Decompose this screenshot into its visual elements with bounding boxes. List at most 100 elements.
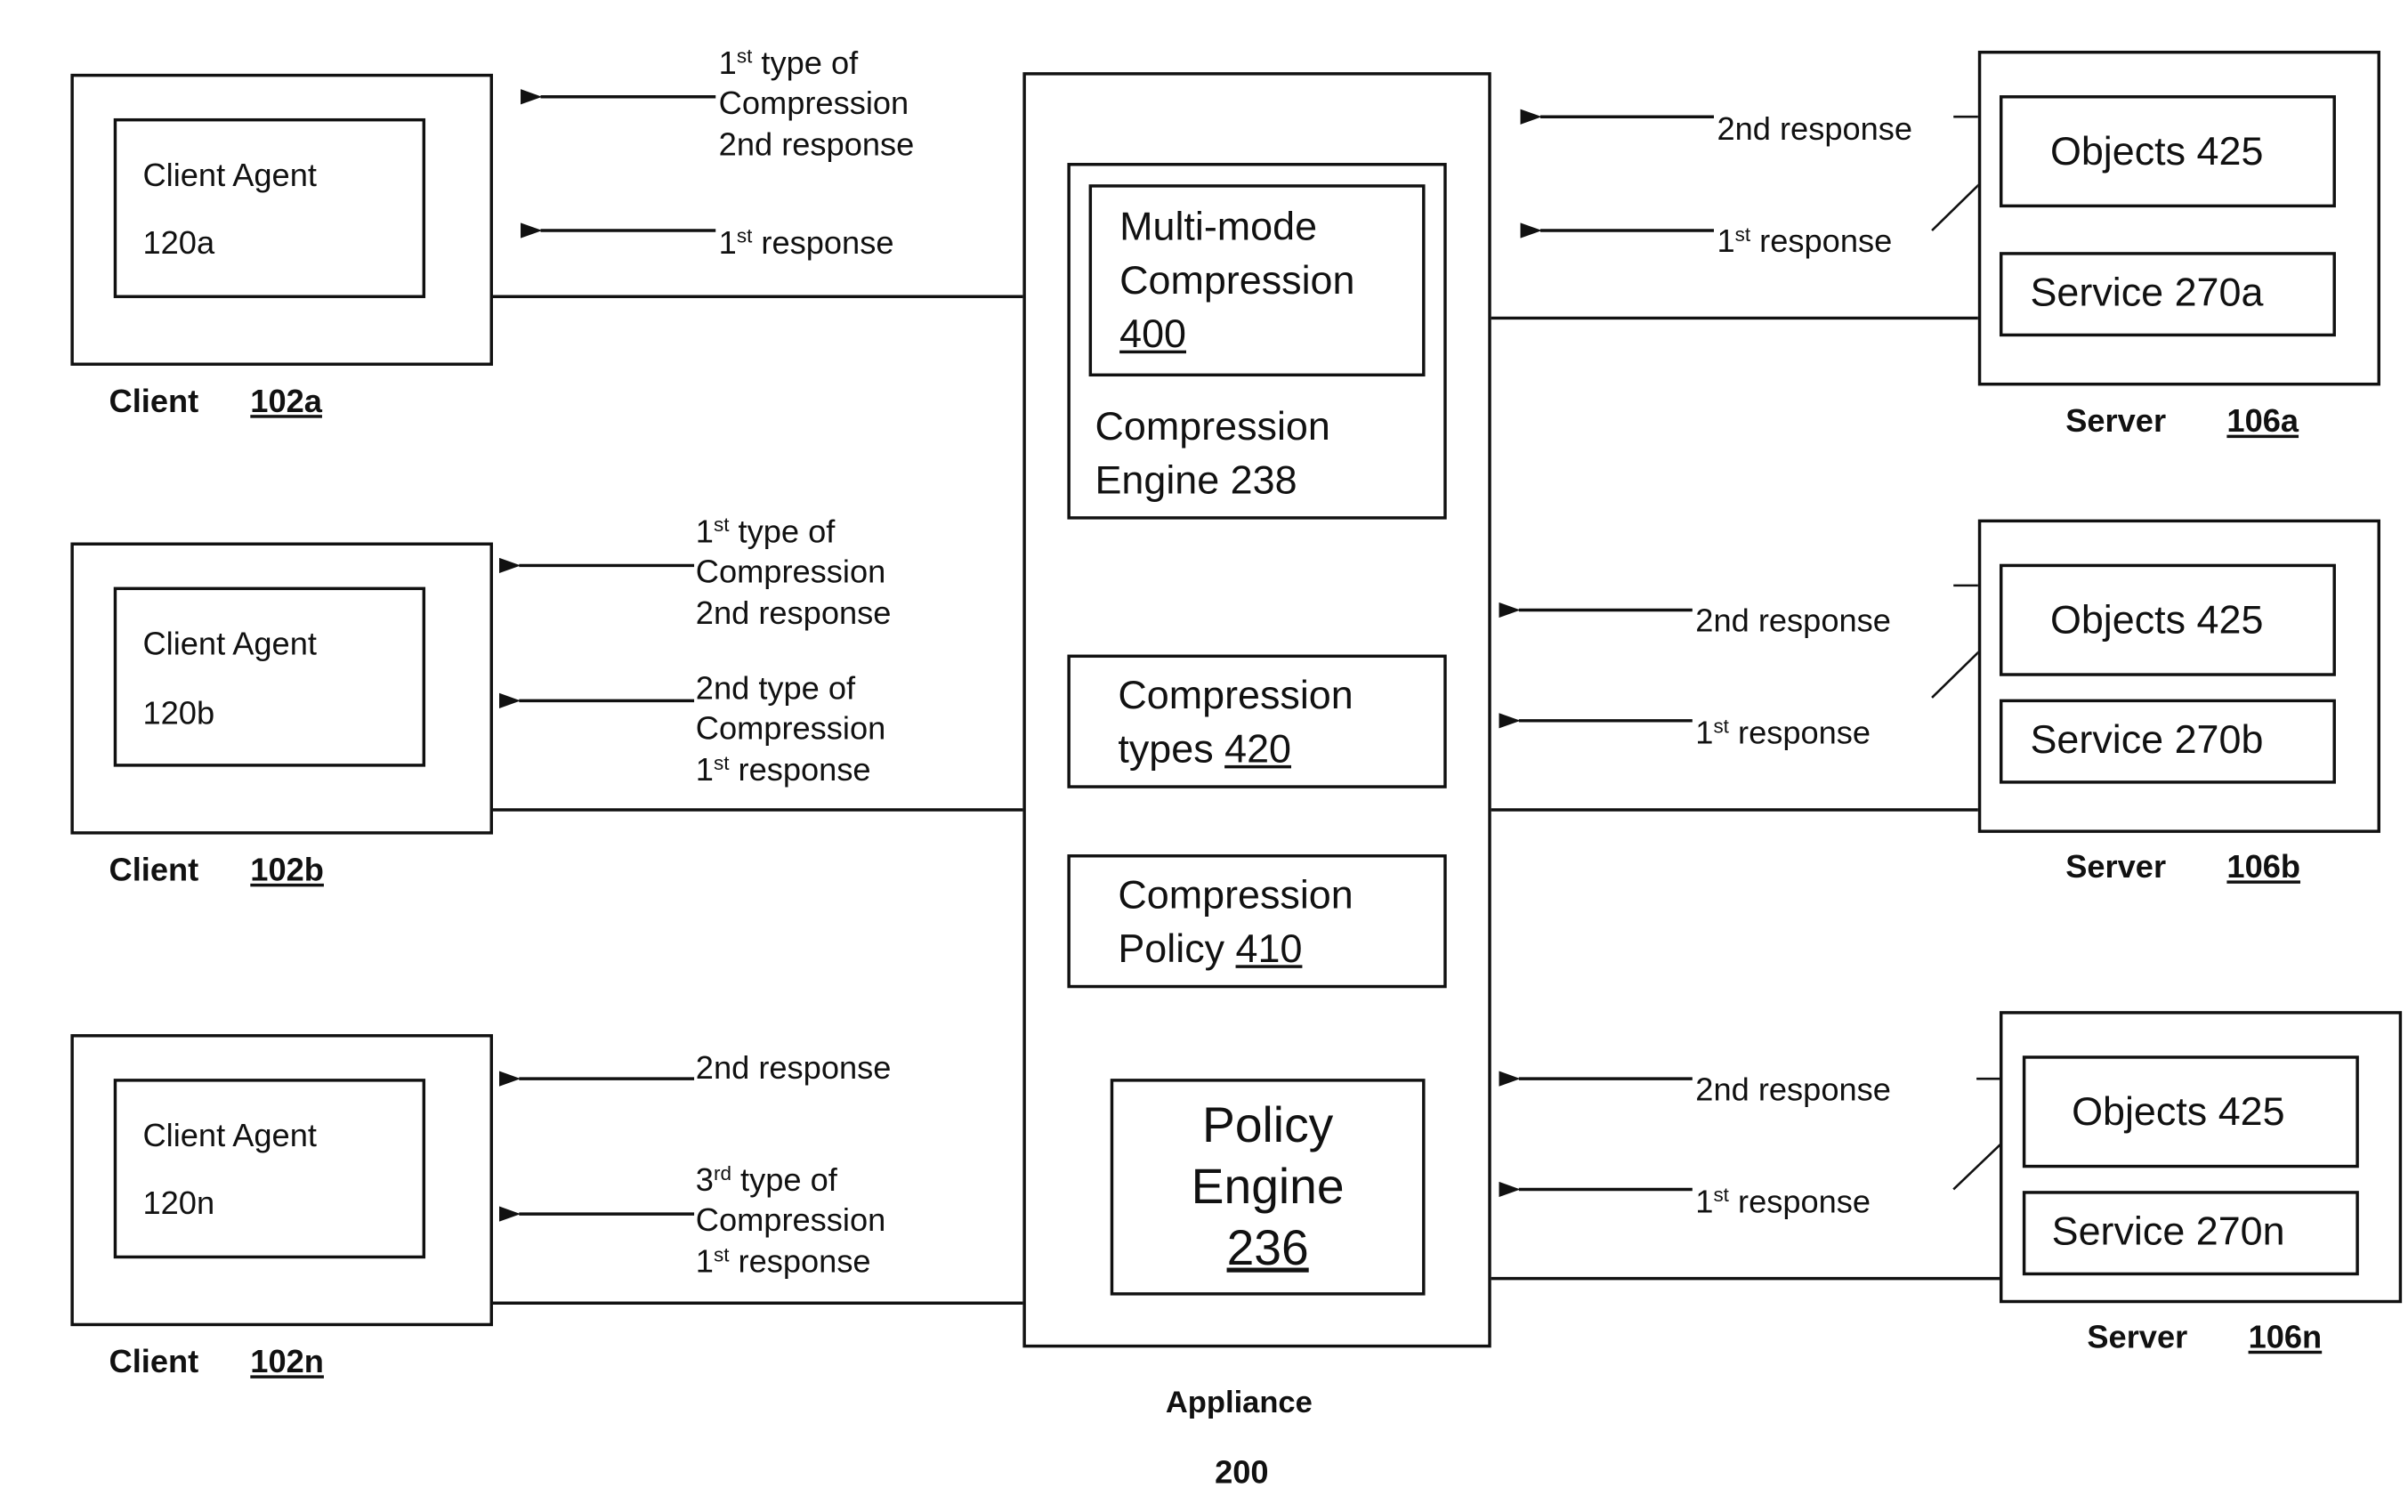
server-n-arrow-1-label: 2nd response <box>1695 1071 1891 1112</box>
server-ref-n: 106n <box>2249 1319 2323 1359</box>
label-text: response <box>1750 224 1893 260</box>
label-text: 1 <box>1695 1185 1714 1220</box>
policy-engine-text: Policy Engine 236 <box>1111 1094 1426 1278</box>
policy-engine-ref-text: 236 <box>1226 1219 1309 1276</box>
compression-policy-line2: Policy 410 <box>1118 924 1302 974</box>
label-line: 2nd response <box>1717 110 1912 150</box>
server-a-arrow-1-label: 2nd response <box>1717 110 1912 150</box>
ordinal-suffix: st <box>1713 714 1729 738</box>
label-text: 2nd response <box>695 1051 892 1087</box>
client-n-arrow-1-label: 2nd response <box>696 1049 892 1089</box>
label-line: 1st response <box>1695 1184 1871 1224</box>
client-agent-ref-b: 120b <box>142 696 215 732</box>
appliance-ref: 200 <box>1215 1455 1269 1491</box>
client-a-arrow-2-label: 1st response <box>719 224 894 264</box>
network-diagram: Client Agent 120a Client 102a Client Age… <box>0 0 2408 1512</box>
label-text: type of <box>731 1163 837 1199</box>
label-text: 2nd response <box>695 595 892 631</box>
client-b-arrow-1-label: 1st type of Compression 2nd response <box>696 513 892 635</box>
client-agent-label-a: Client Agent <box>142 158 317 194</box>
label-text: 1 <box>695 1243 714 1280</box>
ordinal-suffix: rd <box>713 1161 731 1185</box>
label-text: type of <box>752 45 859 82</box>
compression-types-line2-text: types <box>1118 725 1225 772</box>
label-line: 1st response <box>1695 715 1871 755</box>
client-ref-n-text: 102n <box>250 1344 324 1380</box>
label-text: 2nd response <box>1717 112 1913 148</box>
server-n-arrow-2-label: 1st response <box>1695 1184 1871 1224</box>
label-text: 1 <box>718 225 737 262</box>
server-name-n: Server <box>2087 1320 2188 1355</box>
ordinal-suffix: st <box>736 223 753 247</box>
compression-policy-line1: Compression <box>1118 871 1353 918</box>
label-line: Compression <box>696 1202 886 1242</box>
compression-types-ref: 420 <box>1224 725 1291 772</box>
label-text: 3 <box>695 1163 714 1199</box>
label-line: 2nd response <box>1695 1071 1891 1112</box>
client-agent-ref-a: 120a <box>142 225 215 262</box>
label-line: 1st type of <box>696 513 892 554</box>
server-ref-b: 106b <box>2226 848 2300 888</box>
server-b-arrow-1-label: 2nd response <box>1695 602 1891 643</box>
label-text: 2nd type of <box>695 671 856 707</box>
client-name-a: Client <box>109 384 199 420</box>
label-text: Compression <box>695 711 886 748</box>
ordinal-suffix: st <box>736 44 753 68</box>
label-line: 2nd response <box>696 1049 892 1089</box>
label-text: 2nd response <box>1695 1072 1891 1108</box>
client-agent-label-b: Client Agent <box>142 627 317 663</box>
server-ref-a-text: 106a <box>2226 404 2299 440</box>
label-text: 1 <box>695 514 714 551</box>
label-line: 2nd response <box>1695 602 1891 643</box>
label-text: response <box>729 752 871 788</box>
label-text: response <box>1728 1185 1871 1220</box>
policy-engine-line2: Engine <box>1191 1158 1345 1215</box>
label-text: 1 <box>1717 224 1735 260</box>
label-line: 1st response <box>719 224 894 264</box>
client-ref-b-text: 102b <box>250 853 324 889</box>
server-name-a: Server <box>2065 404 2167 440</box>
server-a-arrow-2-label: 1st response <box>1717 222 1892 263</box>
ordinal-suffix: st <box>713 750 730 774</box>
client-ref-a: 102a <box>250 383 322 423</box>
service-label-a: Service 270a <box>2030 269 2264 315</box>
client-a-arrow-1-label: 1st type of Compression 2nd response <box>719 44 915 166</box>
label-line: 1st response <box>1717 222 1892 263</box>
label-line: Compression <box>696 710 886 750</box>
multimode-ref: 400 <box>1119 309 1186 359</box>
server-b-arrow-2-label: 1st response <box>1695 715 1871 755</box>
client-agent-box-a <box>113 117 426 298</box>
label-line: 1st response <box>696 750 886 790</box>
client-agent-box-b <box>113 586 426 767</box>
compression-types-line2: types 420 <box>1118 724 1291 773</box>
server-ref-a: 106a <box>2226 402 2299 442</box>
client-b-arrow-2-label: 2nd type of Compression 1st response <box>696 670 886 791</box>
client-ref-a-text: 102a <box>250 384 322 420</box>
ordinal-suffix: st <box>1734 222 1751 247</box>
label-text: type of <box>729 514 836 551</box>
compression-types-line1: Compression <box>1118 671 1353 718</box>
label-text: response <box>1728 716 1871 752</box>
compression-policy-line2-text: Policy <box>1118 925 1236 972</box>
client-name-b: Client <box>109 853 199 889</box>
label-line: 2nd type of <box>696 670 886 710</box>
compression-engine-line1: Compression <box>1095 402 1330 449</box>
label-text: 1 <box>695 752 714 788</box>
ordinal-suffix: st <box>1713 1183 1729 1207</box>
label-line: 3rd type of <box>696 1161 886 1201</box>
server-ref-n-text: 106n <box>2248 1320 2323 1355</box>
label-text: response <box>729 1243 871 1280</box>
label-text: 2nd response <box>718 126 915 163</box>
label-text: 1 <box>1695 716 1714 752</box>
label-text: Compression <box>695 554 886 591</box>
compression-policy-ref: 410 <box>1235 925 1303 972</box>
objects-label-n: Objects 425 <box>2072 1088 2285 1135</box>
client-agent-label-n: Client Agent <box>142 1119 317 1154</box>
client-ref-n: 102n <box>250 1343 324 1383</box>
ordinal-suffix: st <box>713 1241 730 1265</box>
label-line: 2nd response <box>719 125 915 166</box>
label-line: Compression <box>696 554 892 594</box>
client-agent-ref-n: 120n <box>142 1186 215 1222</box>
server-ref-b-text: 106b <box>2226 849 2301 885</box>
label-line: 2nd response <box>696 594 892 634</box>
